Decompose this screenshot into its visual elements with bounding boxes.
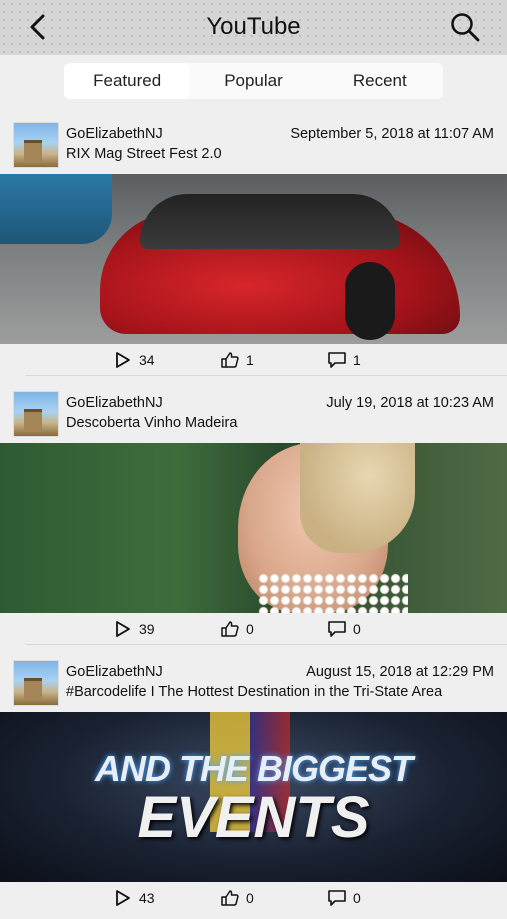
views-count: 34 [139,352,155,368]
post-stats: 34 1 1 [0,344,507,376]
video-thumbnail[interactable]: AND THE BIGGEST EVENTS [0,712,507,882]
likes-count: 1 [246,352,254,368]
video-title[interactable]: #Barcodelife I The Hottest Destination i… [66,684,442,700]
thumbs-up-icon [221,352,239,368]
avatar[interactable] [13,660,59,706]
channel-name[interactable]: GoElizabethNJ [66,126,163,142]
channel-name[interactable]: GoElizabethNJ [66,395,163,411]
video-thumbnail[interactable] [0,443,507,613]
divider [26,644,507,645]
play-icon [116,621,130,637]
video-post[interactable]: GoElizabethNJ September 5, 2018 at 11:07… [0,112,507,381]
post-date: July 19, 2018 at 10:23 AM [326,395,494,411]
post-date: September 5, 2018 at 11:07 AM [290,126,494,142]
search-button[interactable] [449,11,481,43]
comment-icon [328,621,346,637]
post-stats: 39 0 0 [0,613,507,645]
video-title[interactable]: Descoberta Vinho Madeira [66,415,237,431]
views-count: 39 [139,621,155,637]
views-count: 43 [139,890,155,906]
app-header: YouTube [0,0,507,55]
divider [26,375,507,376]
likes-count: 0 [246,621,254,637]
thumbnail-caption-large: EVENTS [137,785,370,850]
video-feed: GoElizabethNJ September 5, 2018 at 11:07… [0,112,507,919]
post-date: August 15, 2018 at 12:29 PM [306,664,494,680]
video-post[interactable]: GoElizabethNJ August 15, 2018 at 12:29 P… [0,650,507,919]
post-meta: GoElizabethNJ July 19, 2018 at 10:23 AM … [0,381,507,443]
thumbs-up-icon [221,621,239,637]
post-stats: 43 0 0 [0,882,507,914]
tab-popular[interactable]: Popular [190,63,316,99]
segmented-tabs: Featured Popular Recent [64,63,443,99]
comments-stat[interactable]: 0 [327,620,361,638]
search-icon [451,13,480,42]
tab-featured[interactable]: Featured [64,63,191,99]
avatar[interactable] [13,391,59,437]
page-title: YouTube [206,13,301,40]
channel-name[interactable]: GoElizabethNJ [66,664,163,680]
views-stat[interactable]: 43 [113,889,155,907]
comments-stat[interactable]: 0 [327,889,361,907]
comment-icon [328,890,346,906]
tab-recent[interactable]: Recent [317,63,443,99]
post-meta: GoElizabethNJ August 15, 2018 at 12:29 P… [0,650,507,712]
likes-count: 0 [246,890,254,906]
comments-stat[interactable]: 1 [327,351,361,369]
likes-stat[interactable]: 0 [220,889,254,907]
likes-stat[interactable]: 0 [220,620,254,638]
video-post[interactable]: GoElizabethNJ July 19, 2018 at 10:23 AM … [0,381,507,650]
comment-icon [328,352,346,368]
comments-count: 0 [353,621,361,637]
comments-count: 0 [353,890,361,906]
avatar[interactable] [13,122,59,168]
video-thumbnail[interactable] [0,174,507,344]
video-title[interactable]: RIX Mag Street Fest 2.0 [66,146,222,162]
comments-count: 1 [353,352,361,368]
views-stat[interactable]: 34 [113,351,155,369]
play-icon [116,352,130,368]
likes-stat[interactable]: 1 [220,351,254,369]
post-meta: GoElizabethNJ September 5, 2018 at 11:07… [0,112,507,174]
play-icon [116,890,130,906]
views-stat[interactable]: 39 [113,620,155,638]
thumbs-up-icon [221,890,239,906]
